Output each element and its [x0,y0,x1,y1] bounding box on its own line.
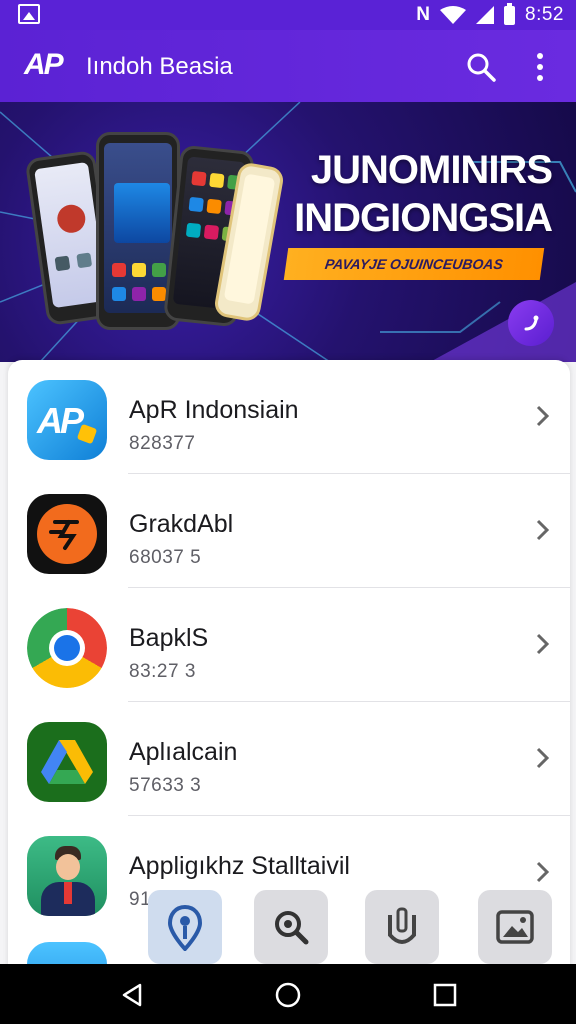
search-zoom-icon [275,911,309,945]
chrome-app-icon [27,608,107,688]
banner-cta-label: PAVAYJE OJUINCEUBOAS [323,256,505,272]
phone-glyph [524,315,539,331]
list-item-subtitle: 828377 [129,433,196,454]
drive-app-icon [27,722,107,802]
grab-app-icon [27,494,107,574]
chevron-right-icon [536,633,550,655]
search-icon[interactable] [464,50,498,84]
wifi-icon [440,6,467,24]
clock-time: 8:52 [525,4,564,25]
tab-location[interactable] [148,890,222,964]
chevron-right-icon [536,519,550,541]
list-item[interactable]: Aplıalcain 57633 3 [8,702,570,816]
drive-glyph [41,740,93,784]
banner-cta-button[interactable]: PAVAYJE OJUINCEUBOAS [283,248,545,280]
android-screen: N 8:52 AP Iındoh Beasia JUNOMINIRS INDGI… [0,0,576,1024]
signal-icon [476,6,495,24]
chevron-right-icon [536,861,550,883]
list-item-subtitle: 68037 5 [129,547,202,568]
nfc-icon: N [416,4,431,25]
image-icon [18,4,40,24]
tab-search[interactable] [254,890,328,964]
phone-icon[interactable] [508,300,554,346]
tab-security[interactable] [365,890,439,964]
list-item-subtitle: 57633 3 [129,775,202,796]
gallery-icon [496,910,534,944]
banner-headline-line1: JUNOMINIRS [310,148,553,192]
shield-tag-icon [388,907,416,944]
status-icons: N 8:52 [416,2,564,28]
status-bar: N 8:52 [0,0,576,30]
list-item[interactable]: GrakdAbl 68037 5 [8,474,570,588]
home-icon[interactable] [275,982,301,1008]
chevron-right-icon [536,747,550,769]
banner-headline-line2: INDGIONGSIA [294,196,553,240]
list-item-title: Appligıkhz Stalltaivil [129,852,350,880]
promo-banner[interactable]: JUNOMINIRS INDGIONGSIA PAVAYJE OJUINCEUB… [0,102,576,362]
list-item[interactable]: BapklS 83:27 3 [8,588,570,702]
avatar-app-icon [27,836,107,916]
list-item-title: ApR Indonsiain [129,396,299,424]
app-bar: AP Iındoh Beasia [0,30,576,102]
location-pin-icon [167,904,203,951]
runner-glyph [49,520,79,550]
list-item[interactable]: AP ApR Indonsiain 828377 [8,360,570,474]
app-logo: AP [24,48,64,81]
banner-headline: JUNOMINIRS INDGIONGSIA [294,146,553,242]
recents-icon[interactable] [432,982,458,1008]
apr-indonesia-app-icon: AP [27,380,107,460]
more-vert-icon[interactable] [526,50,554,84]
back-icon[interactable] [120,982,146,1008]
system-nav-bar [0,964,576,1024]
list-item-title: Aplıalcain [129,738,238,766]
list-item-title: BapklS [129,624,209,652]
list-item-subtitle: 83:27 3 [129,661,196,682]
battery-icon [504,2,516,25]
tab-gallery[interactable] [478,890,552,964]
app-title: Iındoh Beasia [86,53,233,80]
app-list: AP ApR Indonsiain 828377 GrakdAbl 68037 … [8,360,570,980]
chevron-right-icon [536,405,550,427]
list-item-title: GrakdAbl [129,510,234,538]
